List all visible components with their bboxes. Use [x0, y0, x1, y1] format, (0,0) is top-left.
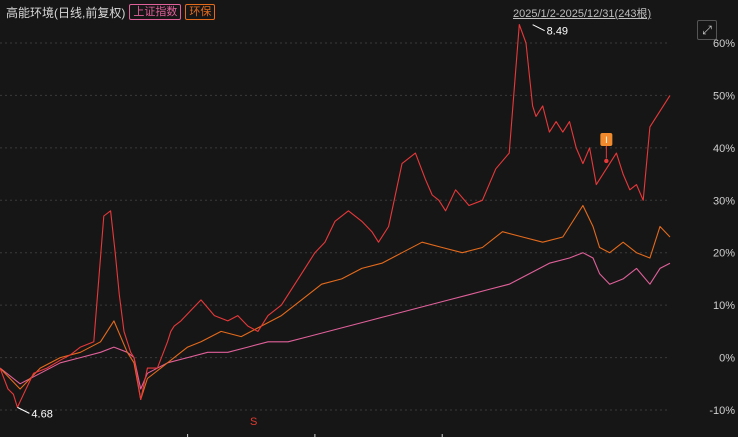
y-tick-label: 20%: [713, 248, 735, 260]
event-marker-label: I: [605, 135, 608, 145]
annotation-pointer: [17, 406, 30, 414]
annotation-pointer: [532, 24, 545, 32]
series-line-1: [0, 204, 671, 401]
y-tick-label: -10%: [709, 405, 735, 417]
y-tick-label: 40%: [713, 143, 735, 155]
y-tick-label: 10%: [713, 300, 735, 312]
series-line-0: [0, 24, 671, 408]
price-annotation: 8.49: [547, 26, 568, 38]
event-marker-dot: [604, 158, 609, 164]
y-tick-label: 50%: [713, 90, 735, 102]
price-chart: 60% 50% 40% 30% 20% 10% 0% -10% 8.49 4.68 I: [0, 24, 735, 437]
y-tick-label: 30%: [713, 195, 735, 207]
y-tick-label: 60%: [713, 38, 735, 50]
price-annotation: 4.68: [31, 408, 52, 420]
series-line-2: [0, 252, 671, 390]
bottom-event-marker[interactable]: S: [250, 416, 257, 428]
y-tick-label: 0%: [719, 353, 735, 365]
